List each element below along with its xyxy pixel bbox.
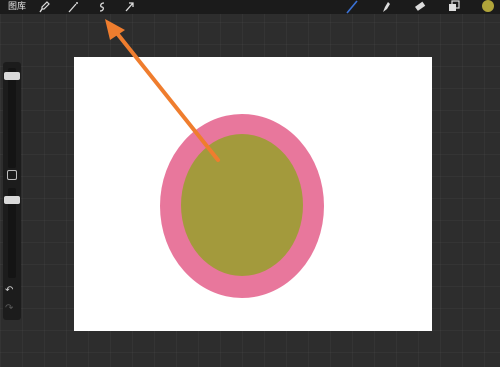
transform-arrow-icon[interactable] [122,0,136,14]
smudge-icon[interactable] [379,0,393,14]
inner-olive-ellipse [181,134,303,276]
layers-icon[interactable] [447,0,461,14]
opacity-handle[interactable] [4,196,20,204]
brush-size-handle[interactable] [4,72,20,80]
drawing-canvas[interactable] [74,57,432,331]
gallery-button[interactable]: 图库 [8,1,26,13]
modify-button[interactable] [7,170,17,180]
redo-button[interactable]: ↷ [5,304,13,314]
eraser-icon[interactable] [413,0,427,14]
color-picker-button[interactable] [482,0,494,12]
magic-wand-icon[interactable] [66,0,80,14]
left-sidebar: ↶ ↷ [3,62,21,320]
top-toolbar: 图库 [0,0,500,14]
selection-icon[interactable] [95,0,109,14]
undo-button[interactable]: ↶ [5,286,13,296]
brush-size-slider[interactable] [8,68,16,168]
brush-icon[interactable] [345,0,359,14]
wrench-icon[interactable] [38,0,52,14]
